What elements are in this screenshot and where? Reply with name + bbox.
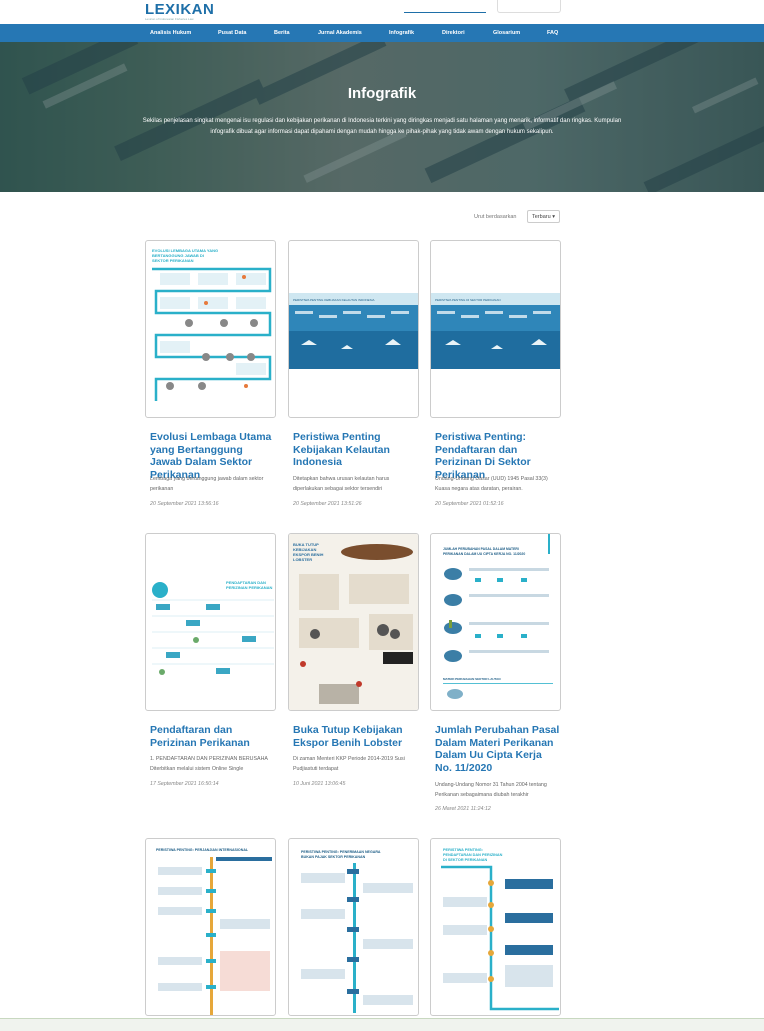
infographic-preview-image: PENDAFTARAN DAN PERIZINAN PERIKANAN <box>152 580 274 675</box>
infographic-thumbnail[interactable]: EVOLUSI LEMBAGA UTAMA YANG BERTANGGUNG J… <box>145 240 276 418</box>
card-title[interactable]: Pendaftaran dan Perizinan Perikanan <box>150 724 276 749</box>
top-bar: LEXIKAN Lexicon of Indonesian Fisheries … <box>0 0 764 24</box>
nav-item-infografik[interactable]: Infografik <box>389 24 414 42</box>
nav-item-berita[interactable]: Berita <box>274 24 290 42</box>
sort-select[interactable]: Terbaru ▾ <box>527 210 560 223</box>
infographic-preview-image: PERISTIWA PENTING: PENDAFTARAN DAN PERIZ… <box>441 848 559 1011</box>
card-description: Lembaga yang bertanggung jawab dalam sek… <box>150 476 264 492</box>
infographic-thumbnail[interactable]: PERISTIWA PENTING: PENERIMAAN NEGARA BUK… <box>288 838 419 1016</box>
svg-text:PERIKANAN DALAM UU CIPTA KERJA: PERIKANAN DALAM UU CIPTA KERJA NO. 11/20… <box>443 552 525 556</box>
svg-text:BUKAN PAJAK SEKTOR PERIKANAN: BUKAN PAJAK SEKTOR PERIKANAN <box>301 855 366 859</box>
infographic-thumbnail[interactable]: JUMLAH PERUBAHAN PASAL DALAM MATERI PERI… <box>430 533 561 711</box>
card-title[interactable]: Peristiwa Penting Kebijakan Kelautan Ind… <box>293 431 419 469</box>
sort-label: Urut berdasarkan <box>474 214 517 220</box>
card-title[interactable]: Buka Tutup Kebijakan Ekspor Benih Lobste… <box>293 724 419 749</box>
svg-text:PERIZINAN PERIKANAN: PERIZINAN PERIKANAN <box>226 585 273 590</box>
card-date: 20 September 2021 13:51:26 <box>293 501 362 507</box>
card-date: 17 September 2021 16:50:14 <box>150 781 219 787</box>
card-description: Di zaman Menteri KKP Periode 2014-2019 S… <box>293 756 405 772</box>
card-description: Undang-Undang Nomor 31 Tahun 2004 tentan… <box>435 782 547 798</box>
search-input[interactable] <box>404 0 486 13</box>
infographic-thumbnail[interactable]: PENDAFTARAN DAN PERIZINAN PERIKANAN <box>145 533 276 711</box>
svg-text:MATERI PERUBAHAN SEKTOR LAUTAN: MATERI PERUBAHAN SEKTOR LAUTAN <box>443 677 501 681</box>
thumb-heading: PERISTIWA PENTING: PERJANJIAN INTERNASIO… <box>156 848 249 852</box>
site-logo-tagline: Lexicon of Indonesian Fisheries Law <box>145 17 194 21</box>
infographic-thumbnail[interactable]: PERISTIWA PENTING DI SEKTOR PERIKANAN <box>430 240 561 418</box>
infographic-preview-image: BUKA TUTUP KEBIJAKAN EKSPOR BENIH LOBSTE… <box>289 534 418 710</box>
nav-item-analisis-hukum[interactable]: Analisis Hukum <box>150 24 191 42</box>
card-date: 10 Juni 2021 13:06:45 <box>293 781 346 787</box>
thumb-heading: PERISTIWA PENTING KEBIJAKAN KELAUTAN IND… <box>293 298 375 302</box>
infographic-preview-image: PERISTIWA PENTING: PENERIMAAN NEGARA BUK… <box>301 850 413 1013</box>
site-logo[interactable]: LEXIKAN <box>145 1 214 18</box>
card-title[interactable]: Jumlah Perubahan Pasal Dalam Materi Peri… <box>435 724 561 774</box>
nav-item-faq[interactable]: FAQ <box>547 24 558 42</box>
infographic-preview-image: PERISTIWA PENTING DI SEKTOR PERIKANAN <box>431 293 560 369</box>
infographic-thumbnail[interactable]: BUKA TUTUP KEBIJAKAN EKSPOR BENIH LOBSTE… <box>288 533 419 711</box>
thumb-heading: JUMLAH PERUBAHAN PASAL DALAM MATERI <box>443 547 519 551</box>
card-date: 26 Maret 2021 11:24:12 <box>435 806 491 812</box>
thumb-heading: PERISTIWA PENTING DI SEKTOR PERIKANAN <box>435 298 501 302</box>
card-title[interactable]: Evolusi Lembaga Utama yang Bertanggung J… <box>150 431 276 481</box>
page-description: Sekilas penjelasan singkat mengenai isu … <box>142 118 622 135</box>
svg-text:DI SEKTOR PERIKANAN: DI SEKTOR PERIKANAN <box>443 858 487 862</box>
svg-text:PENDAFTARAN DAN PERIZINAN: PENDAFTARAN DAN PERIZINAN <box>443 853 503 857</box>
card-description: Undang-Undang Dasar (UUD) 1945 Pasal 33(… <box>435 476 548 492</box>
card-date: 20 September 2021 13:56:16 <box>150 501 219 507</box>
svg-text:LOBSTER: LOBSTER <box>293 557 312 562</box>
sort-selected-value: Terbaru <box>532 214 551 220</box>
login-button[interactable] <box>497 0 561 13</box>
chevron-down-icon: ▾ <box>552 214 555 220</box>
page-title: Infografik <box>347 85 417 102</box>
thumb-heading: PERISTIWA PENTING: PENERIMAAN NEGARA <box>301 850 381 854</box>
main-nav: Analisis Hukum Pusat Data Berita Jurnal … <box>0 24 764 42</box>
infographic-thumbnail[interactable]: PERISTIWA PENTING: PENDAFTARAN DAN PERIZ… <box>430 838 561 1016</box>
nav-item-pusat-data[interactable]: Pusat Data <box>218 24 246 42</box>
infographic-thumbnail[interactable]: PERISTIWA PENTING KEBIJAKAN KELAUTAN IND… <box>288 240 419 418</box>
svg-text:SEKTOR PERIKANAN: SEKTOR PERIKANAN <box>152 258 194 263</box>
thumb-heading: PERISTIWA PENTING: <box>443 848 483 852</box>
infographic-preview-image: JUMLAH PERUBAHAN PASAL DALAM MATERI PERI… <box>443 534 553 699</box>
infographic-preview-image: PERISTIWA PENTING: PERJANJIAN INTERNASIO… <box>156 848 272 1015</box>
nav-item-direktori[interactable]: Direktori <box>442 24 465 42</box>
card-description: Ditetapkan bahwa urusan kelautan harus d… <box>293 476 390 492</box>
infographic-preview-image: EVOLUSI LEMBAGA UTAMA YANG BERTANGGUNG J… <box>152 248 272 401</box>
bottom-strip <box>0 1018 764 1031</box>
nav-item-jurnal-akademis[interactable]: Jurnal Akademis <box>318 24 362 42</box>
card-date: 20 September 2021 01:52:16 <box>435 501 504 507</box>
nav-item-glosarium[interactable]: Glosarium <box>493 24 520 42</box>
infographic-thumbnail[interactable]: PERISTIWA PENTING: PERJANJIAN INTERNASIO… <box>145 838 276 1016</box>
hero-banner: Infografik Sekilas penjelasan singkat me… <box>0 42 764 192</box>
infographic-preview-image: PERISTIWA PENTING KEBIJAKAN KELAUTAN IND… <box>289 293 418 369</box>
card-title[interactable]: Peristiwa Penting: Pendaftaran dan Periz… <box>435 431 561 481</box>
card-description: 1. PENDAFTARAN DAN PERIZINAN BERUSAHA Di… <box>150 756 268 772</box>
